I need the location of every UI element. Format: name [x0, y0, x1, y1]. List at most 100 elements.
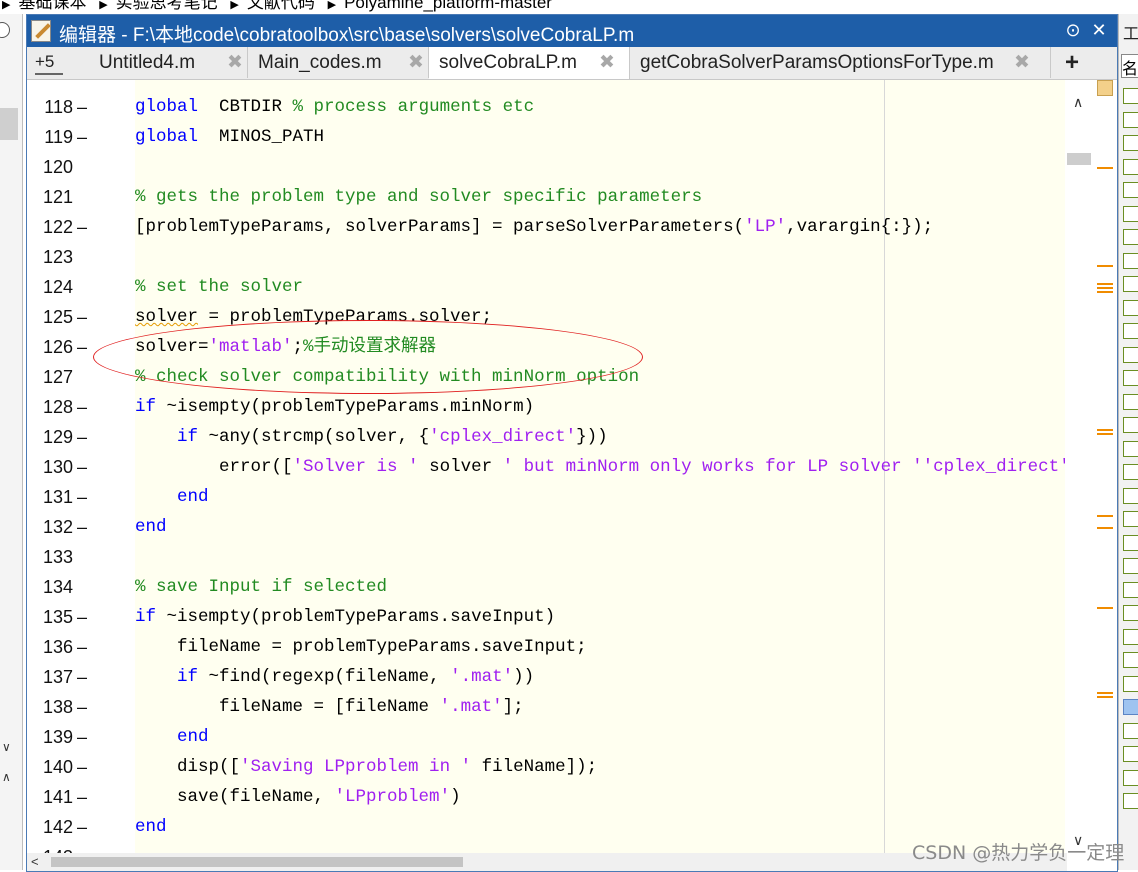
- close-tab-icon[interactable]: ✖: [408, 47, 424, 78]
- code-text[interactable]: end: [135, 512, 167, 542]
- workspace-variable-icon[interactable]: [1123, 746, 1138, 762]
- close-tab-icon[interactable]: ✖: [599, 47, 615, 78]
- code-text[interactable]: % gets the problem type and solver speci…: [135, 182, 702, 212]
- code-text[interactable]: save(fileName, 'LPproblem'): [135, 782, 461, 812]
- breakpoint-marker[interactable]: –: [77, 752, 89, 782]
- code-line[interactable]: 134 % save Input if selected: [27, 572, 1065, 602]
- workspace-variable-icon[interactable]: [1123, 88, 1138, 104]
- breakpoint-marker[interactable]: –: [77, 422, 89, 452]
- analyzer-status-icon[interactable]: [1097, 80, 1113, 96]
- scroll-left-icon[interactable]: <: [31, 853, 39, 871]
- code-line[interactable]: 142– end: [27, 812, 1065, 842]
- code-line[interactable]: 141– save(fileName, 'LPproblem'): [27, 782, 1065, 812]
- code-line[interactable]: 119– global MINOS_PATH: [27, 122, 1065, 152]
- workspace-variable-icon[interactable]: [1123, 276, 1138, 292]
- breakpoint-marker[interactable]: –: [77, 632, 89, 662]
- code-editor[interactable]: 118– global CBTDIR % process arguments et…: [27, 80, 1065, 853]
- workspace-name-header[interactable]: 名: [1121, 54, 1138, 78]
- workspace-variable-icon[interactable]: [1123, 370, 1138, 386]
- workspace-variable-icon[interactable]: [1123, 581, 1138, 598]
- code-line[interactable]: 140– disp(['Saving LPproblem in ' fileNa…: [27, 752, 1065, 782]
- code-text[interactable]: error(['Solver is ' solver ' but minNorm…: [135, 452, 1065, 482]
- code-line[interactable]: 137– if ~find(regexp(fileName, '.mat')): [27, 662, 1065, 692]
- code-text[interactable]: disp(['Saving LPproblem in ' fileName]);: [135, 752, 597, 782]
- breadcrumb-item[interactable]: 实验思考笔记: [116, 0, 218, 12]
- vertical-scroll-thumb[interactable]: [1067, 153, 1091, 165]
- breakpoint-marker[interactable]: –: [77, 452, 89, 482]
- close-tab-icon[interactable]: ✖: [227, 47, 243, 78]
- workspace-variable-icon[interactable]: [1123, 205, 1138, 222]
- warning-marker[interactable]: [1097, 429, 1113, 431]
- code-text[interactable]: global CBTDIR % process arguments etc: [135, 92, 534, 122]
- workspace-variable-icon[interactable]: [1123, 135, 1138, 151]
- horizontal-scroll-thumb[interactable]: [51, 857, 463, 867]
- warning-marker[interactable]: [1097, 433, 1113, 435]
- code-text[interactable]: solver = problemTypeParams.solver;: [135, 302, 492, 332]
- workspace-variable-icon[interactable]: [1123, 417, 1138, 433]
- breakpoint-marker[interactable]: –: [77, 812, 89, 842]
- workspace-variable-icon[interactable]: [1123, 793, 1138, 809]
- code-line[interactable]: 126– solver='matlab';%手动设置求解器: [27, 332, 1065, 362]
- warning-marker[interactable]: [1097, 167, 1113, 169]
- workspace-variable-icon[interactable]: [1123, 299, 1138, 316]
- code-line[interactable]: 131– end: [27, 482, 1065, 512]
- breadcrumb-item[interactable]: 文献代码: [247, 0, 315, 12]
- window-menu-icon[interactable]: ⊙: [1063, 20, 1083, 40]
- workspace-variable-icon[interactable]: [1123, 769, 1138, 786]
- warning-marker[interactable]: [1097, 265, 1113, 267]
- workspace-variable-icon[interactable]: [1123, 346, 1138, 363]
- warning-marker-bar[interactable]: [1091, 80, 1117, 853]
- left-panel-scroll-thumb[interactable]: [0, 108, 18, 140]
- warning-marker[interactable]: [1097, 607, 1113, 609]
- code-line[interactable]: 138– fileName = [fileName '.mat'];: [27, 692, 1065, 722]
- breadcrumb-item[interactable]: 基础课本: [18, 0, 86, 12]
- code-line[interactable]: 132– end: [27, 512, 1065, 542]
- workspace-variable-icon[interactable]: [1123, 252, 1138, 269]
- code-line[interactable]: 123: [27, 242, 1065, 272]
- horizontal-scrollbar[interactable]: <: [27, 853, 1067, 871]
- breakpoint-marker[interactable]: –: [77, 392, 89, 422]
- expand-icon[interactable]: ∧: [2, 770, 11, 784]
- workspace-variable-icon[interactable]: [1123, 229, 1138, 245]
- breakpoint-marker[interactable]: –: [77, 722, 89, 752]
- warning-marker[interactable]: [1097, 287, 1113, 289]
- workspace-variable-icon[interactable]: [1123, 534, 1138, 551]
- code-text[interactable]: end: [135, 482, 209, 512]
- close-icon[interactable]: ✕: [1089, 20, 1109, 40]
- code-line[interactable]: 127 % check solver compatibility with min…: [27, 362, 1065, 392]
- new-tab-button[interactable]: +: [1057, 47, 1087, 78]
- code-line[interactable]: 130– error(['Solver is ' solver ' but mi…: [27, 452, 1065, 482]
- workspace-variable-icon[interactable]: [1123, 323, 1138, 339]
- code-text[interactable]: fileName = [fileName '.mat'];: [135, 692, 524, 722]
- panel-actions-icon[interactable]: [0, 22, 10, 38]
- tab-getcobrasolverparams[interactable]: getCobraSolverParamsOptionsForType.m ✖: [630, 47, 1051, 78]
- code-line[interactable]: 120: [27, 152, 1065, 182]
- warning-marker[interactable]: [1097, 283, 1113, 285]
- warning-marker[interactable]: [1097, 515, 1113, 517]
- breakpoint-marker[interactable]: –: [77, 92, 89, 122]
- tab-main-codes[interactable]: Main_codes.m ✖: [248, 47, 429, 78]
- workspace-variable-icon[interactable]: [1123, 699, 1138, 715]
- code-line[interactable]: 135– if ~isempty(problemTypeParams.saveIn…: [27, 602, 1065, 632]
- code-line[interactable]: 136– fileName = problemTypeParams.saveIn…: [27, 632, 1065, 662]
- warning-marker[interactable]: [1097, 527, 1113, 529]
- workspace-variable-icon[interactable]: [1123, 158, 1138, 175]
- breakpoint-marker[interactable]: –: [77, 482, 89, 512]
- code-line[interactable]: 121 % gets the problem type and solver sp…: [27, 182, 1065, 212]
- workspace-variable-icon[interactable]: [1123, 628, 1138, 645]
- tab-solvecobralp[interactable]: solveCobraLP.m ✖: [429, 47, 630, 79]
- code-line[interactable]: 124 % set the solver: [27, 272, 1065, 302]
- warning-marker[interactable]: [1097, 291, 1113, 293]
- code-text[interactable]: if ~any(strcmp(solver, {'cplex_direct'})…: [135, 422, 608, 452]
- code-text[interactable]: if ~isempty(problemTypeParams.saveInput): [135, 602, 555, 632]
- workspace-variable-icon[interactable]: [1123, 182, 1138, 198]
- code-text[interactable]: % set the solver: [135, 272, 303, 302]
- breakpoint-marker[interactable]: –: [77, 692, 89, 722]
- workspace-variable-icon[interactable]: [1123, 605, 1138, 621]
- workspace-variable-icon[interactable]: [1123, 675, 1138, 692]
- workspace-variable-icon[interactable]: [1123, 487, 1138, 504]
- code-line[interactable]: 139– end: [27, 722, 1065, 752]
- workspace-variable-icon[interactable]: [1123, 511, 1138, 527]
- collapse-icon[interactable]: ∨: [2, 740, 11, 754]
- workspace-variable-icon[interactable]: [1123, 464, 1138, 480]
